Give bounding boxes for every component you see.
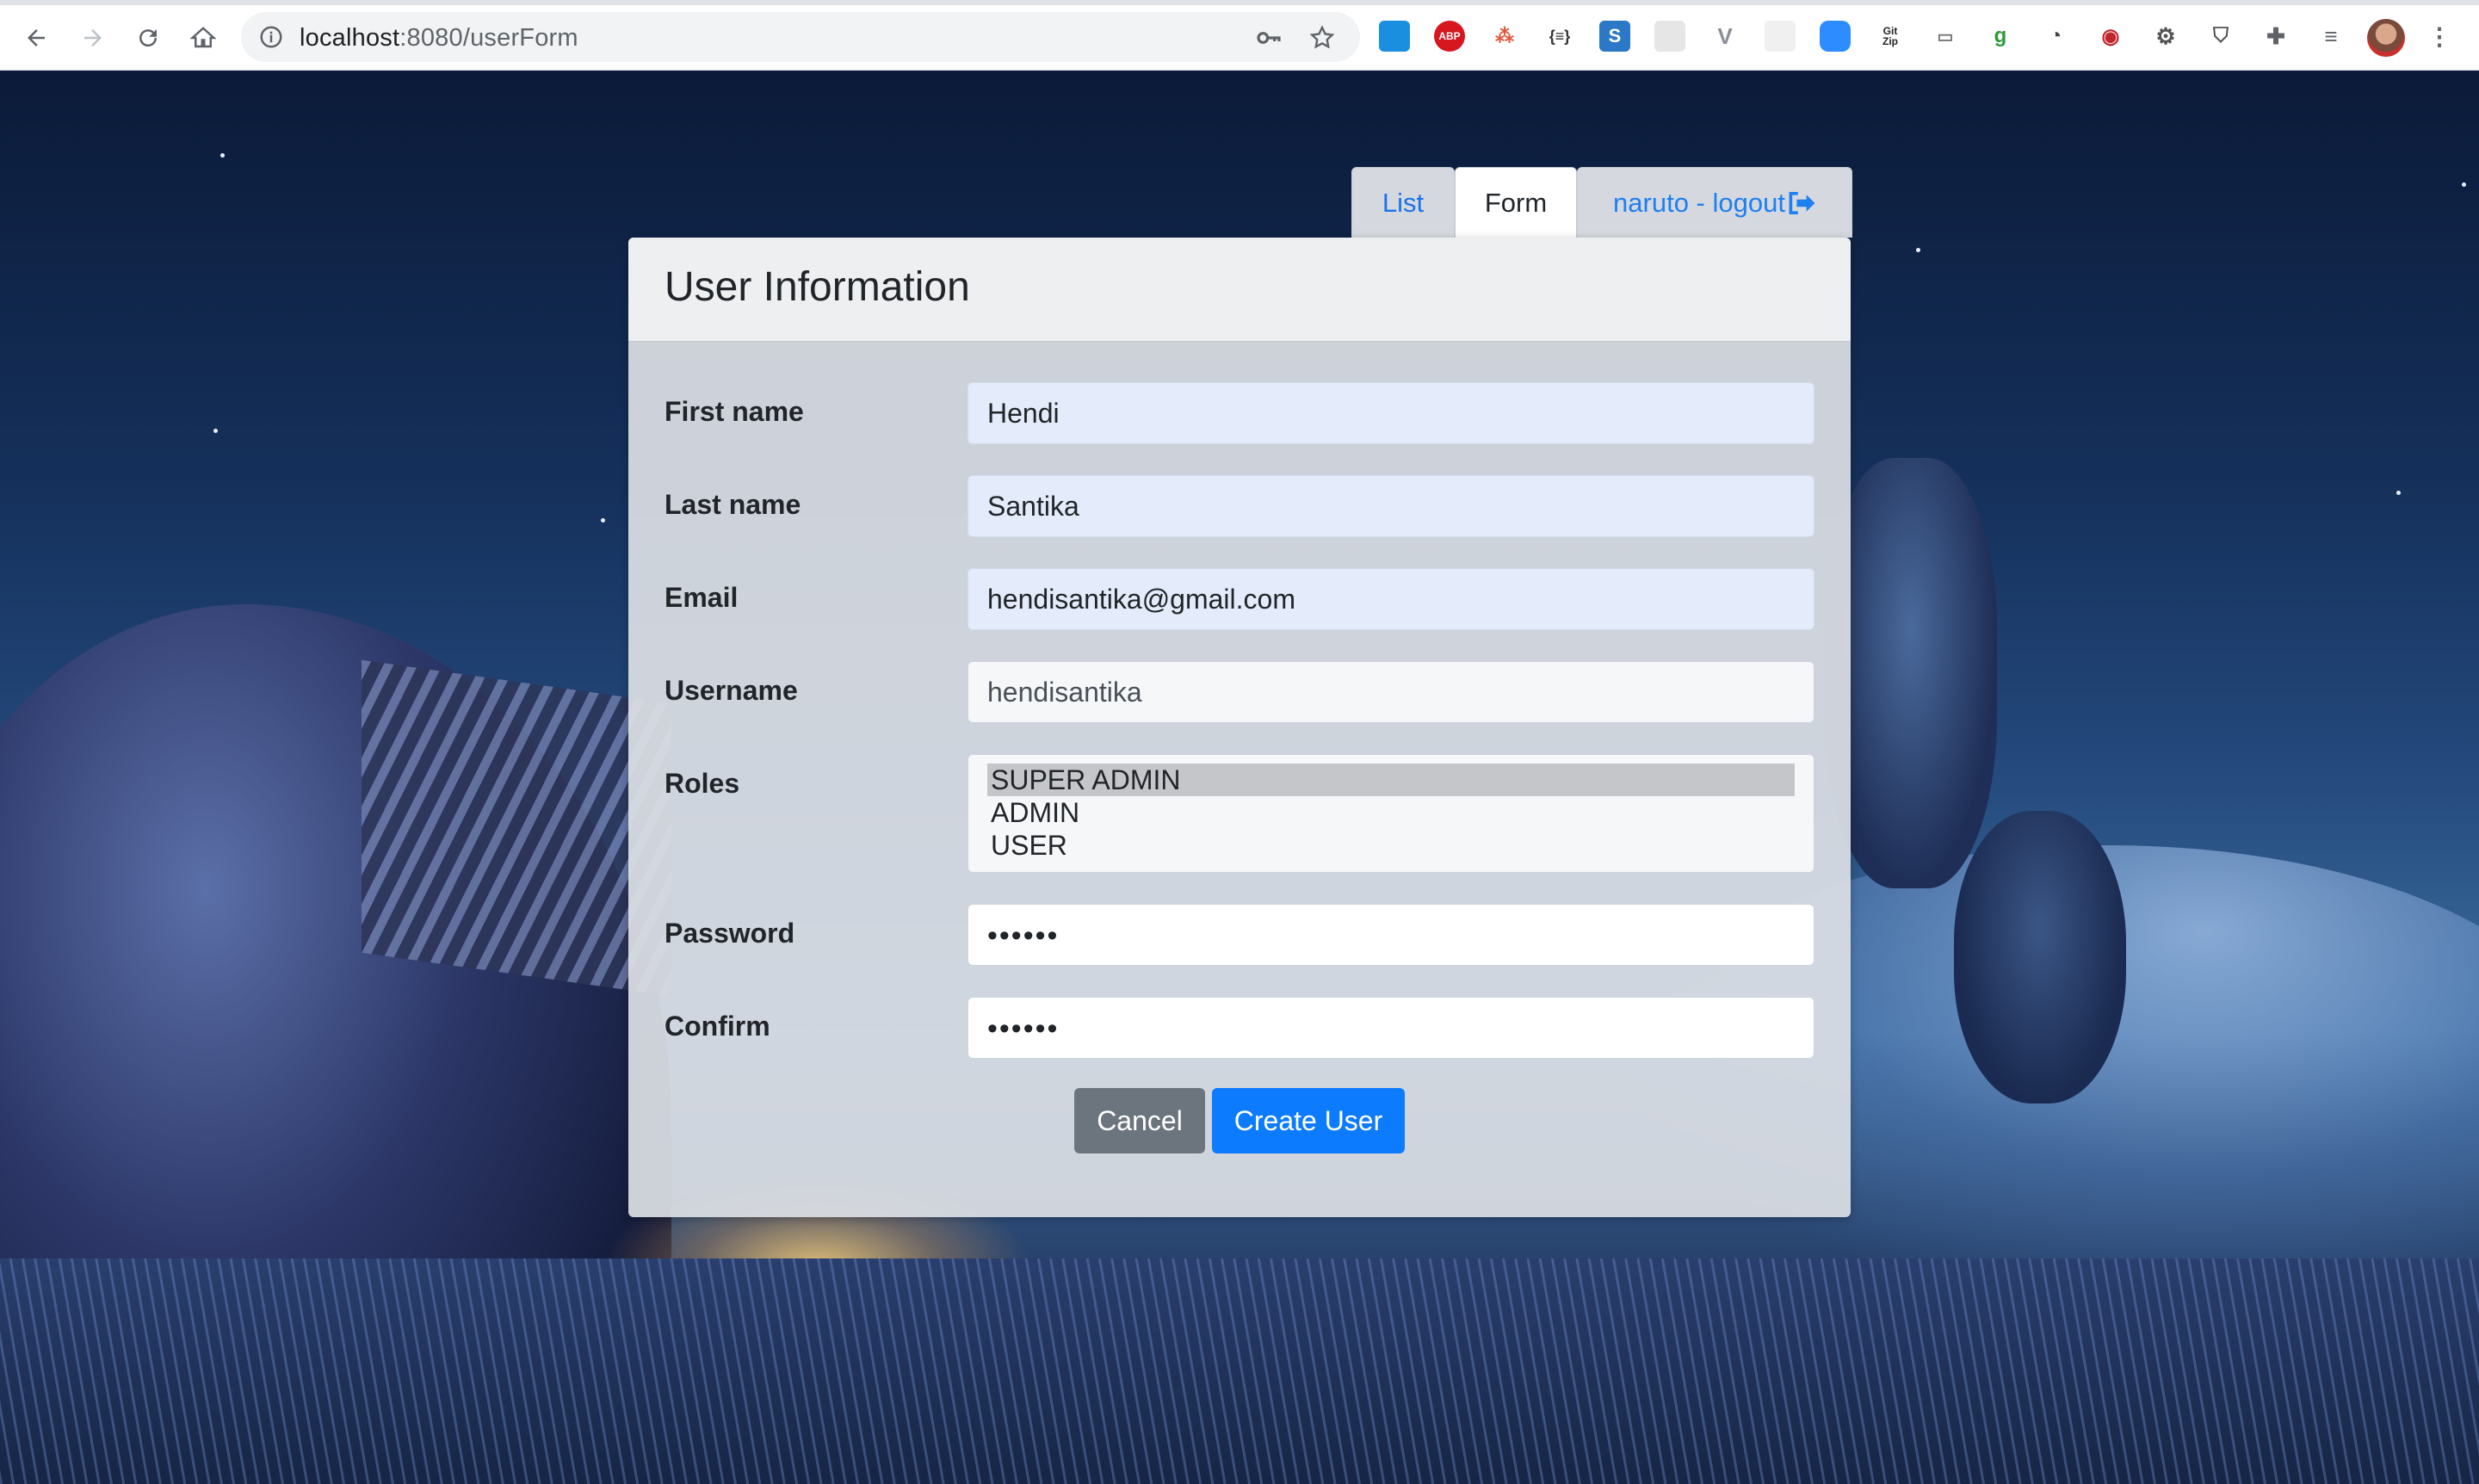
clipboard-extension-icon[interactable]: [1654, 21, 1685, 52]
timer-extension-icon[interactable]: ◔: [2040, 21, 2071, 52]
user-form-card: User Information First name Last name Em…: [628, 238, 1851, 1217]
adblock-icon[interactable]: ABP: [1434, 21, 1465, 52]
tab-form[interactable]: Form: [1455, 167, 1577, 238]
tab-form-label: Form: [1484, 187, 1548, 218]
email-input[interactable]: [967, 568, 1814, 630]
confirm-mask: ••••••: [987, 1012, 1060, 1045]
star: [1916, 248, 1920, 252]
profile-avatar[interactable]: [2367, 19, 2405, 57]
email-label: Email: [665, 582, 739, 613]
address-bar[interactable]: localhost:8080/userForm: [241, 12, 1360, 62]
screen-extension-icon[interactable]: ▭: [1930, 21, 1961, 52]
logout-label: naruto - logout: [1613, 187, 1785, 218]
grass: [0, 1258, 2479, 1484]
extension-window-icon[interactable]: [1379, 21, 1410, 52]
gear-extension-icon[interactable]: ⚙: [2150, 21, 2181, 52]
grid-extension-icon[interactable]: [1765, 21, 1796, 52]
username-input[interactable]: [967, 661, 1814, 723]
card-title: User Information: [665, 264, 970, 310]
confirm-label: Confirm: [665, 1011, 770, 1042]
forward-icon[interactable]: [74, 19, 112, 57]
roles-select[interactable]: SUPER ADMIN ADMIN USER: [967, 754, 1814, 873]
shield-extension-icon[interactable]: ⛉: [2205, 21, 2236, 52]
reload-icon[interactable]: [129, 19, 167, 57]
star: [220, 153, 225, 158]
home-icon[interactable]: [184, 19, 222, 57]
tab-logout[interactable]: naruto - logout: [1577, 167, 1852, 238]
first-name-label: First name: [665, 396, 804, 427]
last-name-input[interactable]: [967, 475, 1814, 537]
star: [601, 518, 605, 522]
password-mask: ••••••: [987, 919, 1060, 952]
gitzip-extension-icon[interactable]: Git Zip: [1875, 21, 1906, 52]
zoom-extension-icon[interactable]: [1820, 21, 1851, 52]
card-header: User Information: [628, 238, 1851, 343]
role-option-super-admin[interactable]: SUPER ADMIN: [987, 764, 1795, 796]
confirm-password-input[interactable]: ••••••: [967, 997, 1814, 1059]
url-text: localhost:8080/userForm: [300, 24, 578, 53]
vue-extension-icon[interactable]: V: [1709, 21, 1740, 52]
back-icon[interactable]: [17, 19, 55, 57]
tab-list-label: List: [1382, 187, 1425, 218]
tab-strip: [0, 0, 2479, 5]
create-user-button[interactable]: Create User: [1212, 1088, 1405, 1153]
url-path: :8080/userForm: [399, 24, 578, 52]
info-icon[interactable]: [258, 24, 284, 50]
first-name-input[interactable]: [967, 382, 1814, 444]
record-extension-icon[interactable]: ◉: [2095, 21, 2126, 52]
star: [2462, 182, 2466, 187]
url-host: localhost: [300, 24, 400, 52]
star: [2396, 491, 2401, 495]
star-icon[interactable]: [1308, 24, 1336, 52]
password-input[interactable]: ••••••: [967, 904, 1814, 966]
tab-list[interactable]: List: [1351, 167, 1455, 238]
g-extension-icon[interactable]: ɡ: [1985, 21, 2016, 52]
json-extension-icon[interactable]: {≡}: [1544, 21, 1575, 52]
role-option-admin[interactable]: ADMIN: [987, 796, 1795, 829]
star: [213, 429, 218, 433]
sign-out-icon: [1789, 191, 1815, 214]
tree-right-small: [1954, 811, 2126, 1104]
house-roof: [362, 659, 671, 997]
puzzle-icon[interactable]: ✚: [2260, 21, 2291, 52]
last-name-label: Last name: [665, 489, 801, 520]
s-extension-icon[interactable]: S: [1599, 21, 1630, 52]
username-label: Username: [665, 675, 798, 706]
cancel-button[interactable]: Cancel: [1074, 1088, 1205, 1153]
tree-right: [1825, 458, 1997, 888]
nav-tabs: List Form naruto - logout: [1351, 167, 1852, 238]
menu-kebab-icon[interactable]: ⋮: [2424, 21, 2455, 52]
key-icon[interactable]: [1255, 24, 1283, 52]
role-option-user[interactable]: USER: [987, 829, 1795, 862]
browser-toolbar: localhost:8080/userForm ABP ⁂ {≡} S V Gi…: [0, 0, 2479, 71]
reading-list-icon[interactable]: ≡: [2315, 21, 2346, 52]
password-label: Password: [665, 918, 795, 949]
roles-label: Roles: [665, 768, 740, 799]
network-extension-icon[interactable]: ⁂: [1489, 21, 1520, 52]
